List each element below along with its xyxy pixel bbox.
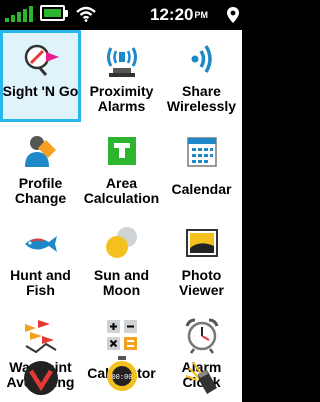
calculator-icon xyxy=(107,320,137,350)
app-label: Sight 'N Go xyxy=(2,83,79,99)
photo-icon xyxy=(186,229,218,257)
clock-time: 12:20 xyxy=(150,5,194,24)
app-calendar[interactable]: Calendar xyxy=(161,122,242,214)
fish-icon xyxy=(25,236,57,252)
virb-icon xyxy=(24,361,58,395)
stopwatch-icon: 00:00 xyxy=(107,356,137,391)
battery-icon xyxy=(40,5,70,23)
area-square-icon xyxy=(108,137,136,165)
app-label: Sun and Moon xyxy=(93,267,150,298)
broadcast-tower-icon xyxy=(107,47,137,77)
app-flashlight[interactable] xyxy=(161,352,242,402)
app-grid: Sight 'N Go Proximity Alarms Share Wirel… xyxy=(0,30,242,402)
waypoint-flags-icon xyxy=(25,320,57,354)
app-label: Share Wirelessly xyxy=(166,83,237,114)
clock-ampm: PM xyxy=(194,10,208,20)
app-sun-and-moon[interactable]: Sun and Moon xyxy=(81,214,162,306)
compass-arrow-icon xyxy=(24,44,59,76)
sun-moon-icon xyxy=(106,227,137,258)
app-stopwatch[interactable]: 00:00 xyxy=(81,352,162,402)
calendar-icon xyxy=(187,137,217,167)
app-sight-n-go[interactable]: Sight 'N Go xyxy=(0,30,81,122)
app-share-wirelessly[interactable]: Share Wirelessly xyxy=(161,30,242,122)
status-bar: 12:20PM xyxy=(0,0,242,30)
app-label: Area Calculation xyxy=(83,175,160,206)
app-screen: 12:20PM Sight 'N Go Proximity Alarms Sha… xyxy=(0,0,242,402)
app-photo-viewer[interactable]: Photo Viewer xyxy=(161,214,242,306)
app-label: Photo Viewer xyxy=(179,267,224,298)
wireless-waves-icon xyxy=(191,45,212,73)
app-proximity-alarms[interactable]: Proximity Alarms xyxy=(81,30,162,122)
app-hunt-and-fish[interactable]: Hunt and Fish xyxy=(0,214,81,306)
app-profile-change[interactable]: Profile Change xyxy=(0,122,81,214)
svg-text:00:00: 00:00 xyxy=(111,374,132,382)
flashlight-icon xyxy=(185,361,217,394)
profile-person-icon xyxy=(25,136,56,167)
gps-location-icon xyxy=(227,7,239,23)
app-label: Profile Change xyxy=(14,175,67,206)
app-label: Hunt and Fish xyxy=(10,267,71,298)
wifi-icon xyxy=(76,6,96,22)
app-virb[interactable] xyxy=(0,352,81,402)
app-area-calculation[interactable]: Area Calculation xyxy=(81,122,162,214)
signal-strength-icon xyxy=(5,6,36,22)
app-label: Calendar xyxy=(171,181,232,197)
app-label: Proximity Alarms xyxy=(89,83,154,114)
clock: 12:20PM xyxy=(150,6,208,24)
alarm-clock-icon xyxy=(185,318,219,354)
